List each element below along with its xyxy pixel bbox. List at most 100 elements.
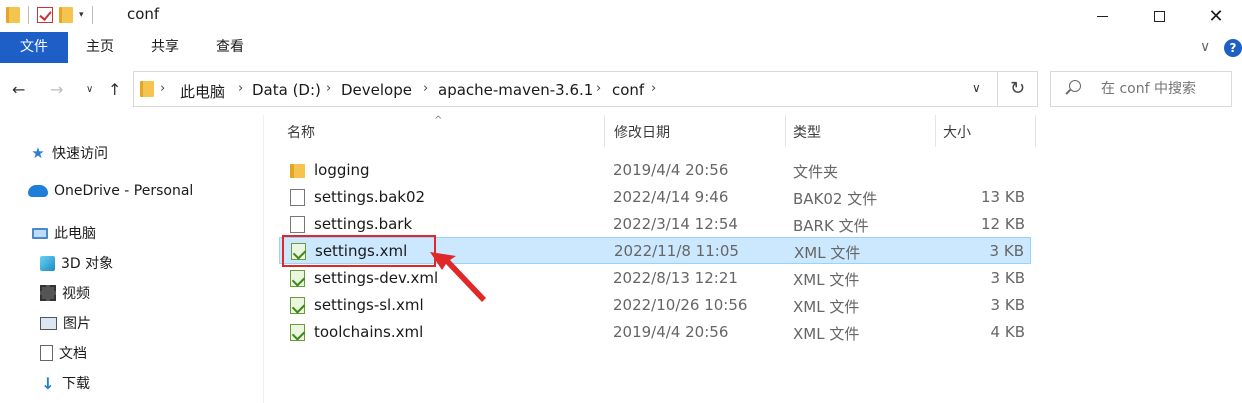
minimize-icon [1096,15,1108,17]
file-name: toolchains.xml [314,323,424,341]
nav-item-videos[interactable]: 视频 [40,283,90,303]
file-date: 2022/8/13 12:21 [613,269,738,287]
nav-item-this-pc[interactable]: 此电脑 [32,223,96,243]
column-divider[interactable] [935,115,936,147]
file-icon [290,216,305,233]
nav-item-3d-objects[interactable]: 3D 对象 [40,253,113,273]
file-size: 3 KB [990,296,1025,314]
tab-view[interactable]: 查看 [210,32,250,63]
help-icon[interactable]: ? [1224,39,1242,57]
column-divider[interactable] [1035,115,1036,147]
nav-item-pictures[interactable]: 图片 [40,313,91,333]
file-date: 2022/3/14 12:54 [613,215,738,233]
file-size: 3 KB [989,242,1024,260]
file-type: XML 文件 [793,271,860,289]
column-header-type[interactable]: 类型 [793,117,821,149]
tab-home[interactable]: 主页 [80,32,120,63]
navigation-pane: ★ 快速访问 OneDrive - Personal 此电脑 3D 对象 视频 … [0,115,264,403]
document-icon [40,345,53,361]
chevron-right-icon[interactable]: › [326,81,331,96]
file-date: 2022/10/26 10:56 [613,296,748,314]
computer-icon [32,227,48,239]
file-name: settings.bak02 [314,188,426,206]
close-button[interactable]: ✕ [1188,0,1242,32]
search-input[interactable] [1101,79,1229,99]
minimize-button[interactable] [1074,0,1130,32]
column-header-date[interactable]: 修改日期 [614,117,670,149]
column-header-size[interactable]: 大小 [943,117,971,149]
download-icon: ↓ [41,373,55,393]
address-history-chevron-icon[interactable]: ∨ [972,81,981,95]
forward-button[interactable]: → [50,80,63,99]
tab-share[interactable]: 共享 [145,32,185,63]
column-header-name[interactable]: 名称 [287,117,315,149]
file-size: 4 KB [990,323,1025,341]
nav-item-label: 快速访问 [52,146,108,162]
list-item[interactable]: settings.bak02 2022/4/14 9:46 BAK02 文件 1… [279,184,1031,211]
list-item[interactable]: settings-dev.xml 2022/8/13 12:21 XML 文件 … [279,265,1031,292]
picture-icon [40,316,57,330]
file-type: XML 文件 [793,298,860,316]
breadcrumb-drive[interactable]: Data (D:) [252,81,321,99]
expand-ribbon-chevron-icon[interactable]: ∨ [1200,39,1210,55]
nav-item-documents[interactable]: 文档 [40,343,87,363]
search-box[interactable] [1050,71,1232,107]
nav-item-label: OneDrive - Personal [54,183,194,199]
nav-item-label: 视频 [62,286,90,302]
properties-icon[interactable] [37,7,53,23]
maximize-icon [1153,10,1165,22]
toolbar-divider [28,6,29,24]
customize-toolbar-chevron-icon[interactable]: ▾ [79,10,84,20]
recent-locations-chevron-icon[interactable]: ∨ [86,84,93,95]
nav-item-label: 此电脑 [54,226,96,242]
nav-item-downloads[interactable]: ↓ 下载 [40,373,90,393]
file-type: XML 文件 [793,325,860,343]
toolbar-divider [91,6,93,24]
nav-item-label: 下载 [62,376,90,392]
list-item[interactable]: toolchains.xml 2019/4/4 20:56 XML 文件 4 K… [279,319,1031,346]
nav-item-quick-access[interactable]: ★ 快速访问 [30,143,108,163]
address-bar[interactable]: › 此电脑 › Data (D:) › Develope › apache-ma… [133,71,998,107]
chevron-right-icon[interactable]: › [160,81,165,96]
column-divider[interactable] [604,115,605,147]
back-button[interactable]: ← [12,80,25,99]
chevron-right-icon[interactable]: › [423,81,428,96]
breadcrumb-this-pc[interactable]: 此电脑 [180,81,225,102]
list-item[interactable]: settings.bark 2022/3/14 12:54 BARK 文件 12… [279,211,1031,238]
file-name: settings.bark [314,215,413,233]
column-divider[interactable] [785,115,786,147]
breadcrumb-conf[interactable]: conf [612,81,644,99]
file-icon [290,189,305,206]
chevron-right-icon[interactable]: › [238,81,243,96]
cloud-icon [28,185,48,197]
xml-file-icon [290,324,305,341]
tab-file[interactable]: 文件 [0,32,68,63]
xml-file-icon [290,270,305,287]
nav-item-onedrive[interactable]: OneDrive - Personal [28,183,193,199]
search-icon [1069,80,1081,92]
file-date: 2022/4/14 9:46 [613,188,729,206]
file-type: BAK02 文件 [793,190,878,208]
file-size: 13 KB [981,188,1025,206]
file-type: XML 文件 [794,244,861,262]
up-button[interactable]: ↑ [108,80,121,99]
video-icon [40,285,56,301]
maximize-button[interactable] [1131,0,1187,32]
annotation-highlight-box [282,235,436,267]
file-name: settings-sl.xml [314,296,424,314]
chevron-right-icon[interactable]: › [651,81,656,96]
list-item[interactable]: settings-sl.xml 2022/10/26 10:56 XML 文件 … [279,292,1031,319]
window-title: conf [127,5,160,23]
file-size: 3 KB [990,269,1025,287]
new-folder-icon[interactable] [59,7,73,23]
file-type: BARK 文件 [793,217,869,235]
refresh-button[interactable]: ↻ [998,71,1038,107]
folder-icon [140,81,154,97]
annotation-arrow-icon [430,252,486,302]
nav-item-label: 文档 [59,346,87,362]
file-size: 12 KB [981,215,1025,233]
chevron-right-icon[interactable]: › [596,81,601,96]
list-item[interactable]: logging 2019/4/4 20:56 文件夹 [279,157,1031,184]
breadcrumb-maven[interactable]: apache-maven-3.6.1 [438,81,593,99]
breadcrumb-develope[interactable]: Develope [341,81,412,99]
